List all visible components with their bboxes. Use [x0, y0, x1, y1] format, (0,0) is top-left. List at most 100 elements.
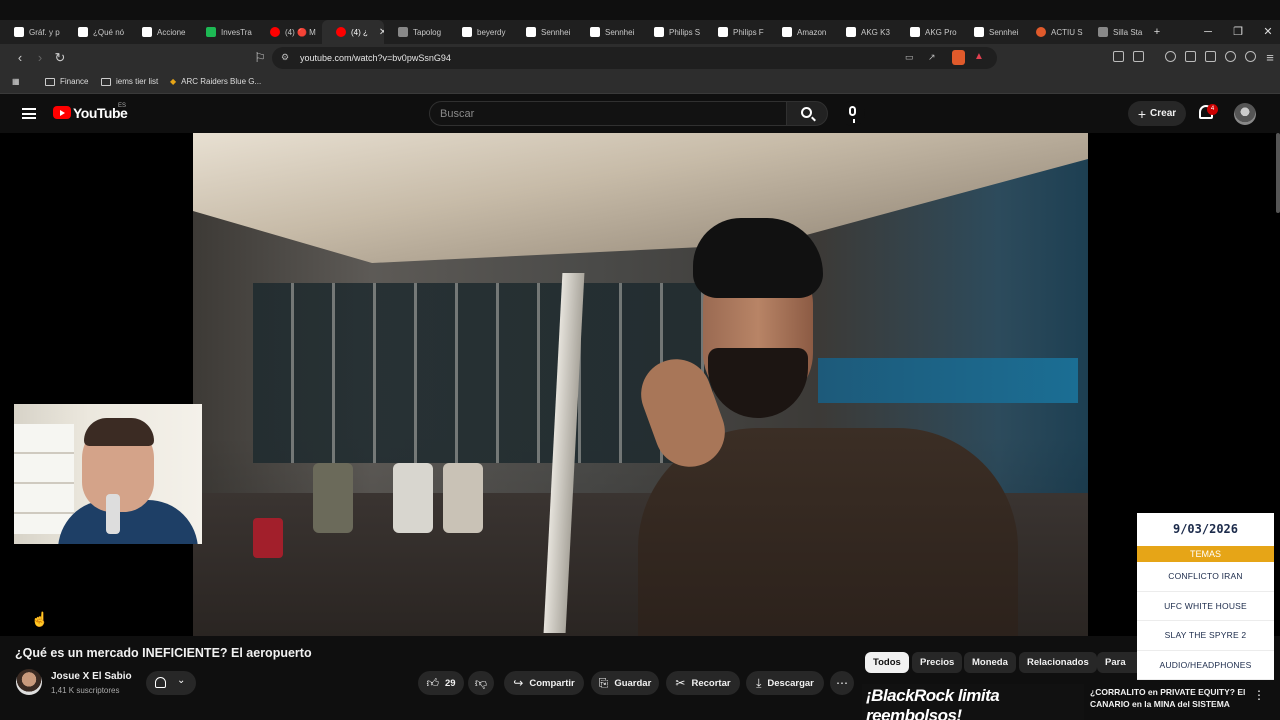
bookmark-save-icon: ⎘ — [598, 675, 609, 690]
share-button[interactable]: ↪ Compartir — [504, 671, 584, 695]
reload-icon[interactable]: ↻ — [50, 48, 70, 68]
tab-label: Sennhei — [605, 27, 635, 37]
browser-tab[interactable]: ¿Qué nó — [64, 20, 126, 44]
minimize-icon[interactable]: ─ — [1193, 20, 1223, 44]
bookmark-finance[interactable]: Finance — [45, 72, 88, 92]
back-icon[interactable]: ‹ — [10, 48, 30, 68]
screenshot-icon[interactable] — [1133, 51, 1144, 62]
browser-tab[interactable]: Gráf. y p — [0, 20, 62, 44]
wallet-icon[interactable] — [1205, 51, 1216, 62]
browser-tab[interactable]: Accione — [128, 20, 190, 44]
browser-tab[interactable]: Philips S — [640, 20, 702, 44]
brave-rewards-icon[interactable]: ▲ — [974, 51, 984, 62]
tab-favicon-icon — [974, 27, 984, 37]
chip-para-ti[interactable]: Para ti — [1097, 652, 1137, 673]
url-text: youtube.com/watch?v=bv0pwSsnG94 — [300, 53, 451, 63]
create-button[interactable]: + Crear — [1128, 101, 1186, 126]
browser-tab-active[interactable]: (4) ¿ ✕ — [322, 20, 384, 44]
site-settings-icon[interactable]: ⚙ — [281, 52, 289, 63]
browser-tab[interactable]: Sennhei — [512, 20, 574, 44]
webcam-microphone — [106, 494, 120, 534]
browser-tab[interactable]: Philips F — [704, 20, 766, 44]
tab-label: Philips S — [669, 27, 701, 37]
bookmark-iems[interactable]: iems tier list — [101, 72, 158, 92]
brave-shield-icon[interactable] — [952, 50, 965, 65]
video-title: ¿Qué es un mercado INEFICIENTE? El aerop… — [15, 646, 312, 660]
search-box[interactable] — [429, 101, 787, 126]
thumbnail-text: ¡BlackRock limita reembolsos! — [866, 686, 1000, 720]
channel-name[interactable]: Josue X El Sabio — [51, 671, 132, 682]
browser-tab[interactable]: InvesTra — [192, 20, 254, 44]
browser-menu-icon[interactable]: ≡ — [1260, 48, 1280, 68]
tab-favicon-icon — [526, 27, 536, 37]
clip-button[interactable]: ✂ Recortar — [666, 671, 740, 695]
topics-widget: 9/03/2026 TEMAS CONFLICTO IRAN UFC WHITE… — [1137, 513, 1274, 680]
tab-label: AKG K3 — [861, 27, 890, 37]
bookmark-arc-raiders[interactable]: ◆ ARC Raiders Blue G... — [170, 72, 261, 92]
subscriber-count: 1,41 K suscriptores — [51, 686, 120, 695]
apps-grid-icon[interactable]: ▦ — [12, 72, 20, 92]
share-icon[interactable]: ↗ — [928, 52, 936, 63]
bookmark-icon[interactable]: ⚐ — [250, 48, 270, 68]
sidebar-icon[interactable] — [1185, 51, 1196, 62]
voice-search-button[interactable] — [840, 101, 865, 126]
vpn-icon[interactable] — [1245, 51, 1256, 62]
search-button[interactable] — [786, 101, 828, 126]
folder-icon — [101, 78, 111, 86]
close-window-icon[interactable]: ✕ — [1253, 20, 1280, 44]
search-icon — [801, 107, 812, 118]
browser-tab[interactable]: Tapolog — [384, 20, 446, 44]
browser-tab[interactable]: Amazon — [768, 20, 830, 44]
browser-tab[interactable]: ACTIU S — [1022, 20, 1084, 44]
video-scene-luggage — [253, 518, 283, 558]
video-scene-windows — [253, 283, 713, 463]
browser-tab[interactable]: Sennhei — [576, 20, 638, 44]
save-button[interactable]: ⎘ Guardar — [591, 671, 659, 695]
browser-tab[interactable]: AKG K3 — [832, 20, 894, 44]
chip-precios[interactable]: Precios — [912, 652, 963, 673]
tab-label: beyerdy — [477, 27, 506, 37]
subscription-button[interactable]: ⌄ — [146, 671, 196, 695]
new-tab-icon[interactable]: + — [1142, 20, 1172, 44]
browser-tab[interactable]: AKG Pro — [896, 20, 958, 44]
dislike-button[interactable]: 👎︎ — [468, 671, 494, 695]
chip-relacionados[interactable]: Relacionados — [1019, 652, 1097, 673]
download-button[interactable]: ⤓ Descargar — [746, 671, 824, 695]
webcam-hair — [84, 418, 154, 446]
chip-moneda[interactable]: Moneda — [964, 652, 1016, 673]
more-vertical-icon[interactable]: ⋮ — [1253, 688, 1265, 702]
tab-label: AKG Pro — [925, 27, 957, 37]
next-video-thumbnail[interactable]: ¡BlackRock limita reembolsos! — [862, 684, 1084, 720]
channel-avatar[interactable] — [16, 669, 42, 695]
hamburger-menu-icon[interactable] — [22, 108, 36, 119]
next-video-title[interactable]: ¿CORRALITO en PRIVATE EQUITY? El CANARIO… — [1090, 686, 1250, 710]
bookmark-label: iems tier list — [116, 77, 159, 86]
search-input[interactable] — [430, 102, 786, 125]
install-app-icon[interactable]: ▭ — [905, 52, 914, 63]
account-avatar[interactable] — [1234, 103, 1256, 125]
tab-label: (4) 🔴 M — [285, 27, 316, 37]
page-scrollbar[interactable] — [1276, 133, 1280, 213]
youtube-logo-icon[interactable] — [53, 106, 71, 119]
video-player[interactable] — [193, 133, 1088, 636]
browser-tab[interactable]: Sennhei — [960, 20, 1022, 44]
tab-favicon-icon — [590, 27, 600, 37]
video-scene-person — [313, 463, 353, 533]
more-actions-button[interactable]: ⋯ — [830, 671, 854, 695]
forward-icon[interactable]: › — [30, 48, 50, 68]
browser-tab[interactable]: (4) 🔴 M — [256, 20, 318, 44]
topic-item: AUDIO/HEADPHONES — [1137, 651, 1274, 680]
browser-tab[interactable]: beyerdy — [448, 20, 510, 44]
bell-icon — [155, 677, 166, 688]
media-icon[interactable] — [1165, 51, 1176, 62]
browser-tab[interactable]: Silla Sta — [1084, 20, 1146, 44]
url-field[interactable]: ⚙ youtube.com/watch?v=bv0pwSsnG94 ▭ ↗ ▲ — [272, 47, 997, 69]
leo-ai-icon[interactable] — [1225, 51, 1236, 62]
tab-favicon-icon — [206, 27, 216, 37]
chip-todos[interactable]: Todos — [865, 652, 909, 673]
like-button[interactable]: 👍︎ 29 — [418, 671, 464, 695]
tab-favicon-icon — [398, 27, 408, 37]
folder-icon — [45, 78, 55, 86]
extensions-icon[interactable] — [1113, 51, 1124, 62]
maximize-icon[interactable]: ❐ — [1223, 20, 1253, 44]
